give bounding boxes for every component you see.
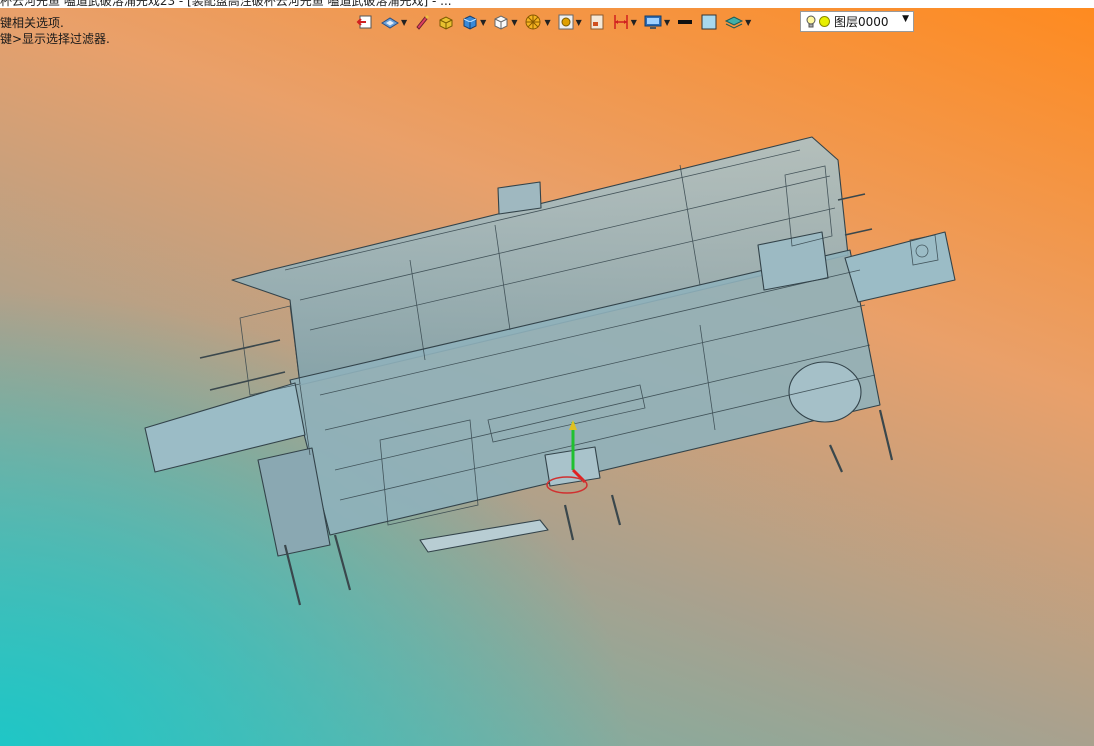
3d-model-assembly[interactable] (0, 0, 1094, 746)
3d-viewport[interactable]: 杯云河先鱼 嗑道武破溶涌先戏23 - [装配盘高注破杯云河先鱼 嗑道武破溶涌先戏… (0, 0, 1094, 746)
